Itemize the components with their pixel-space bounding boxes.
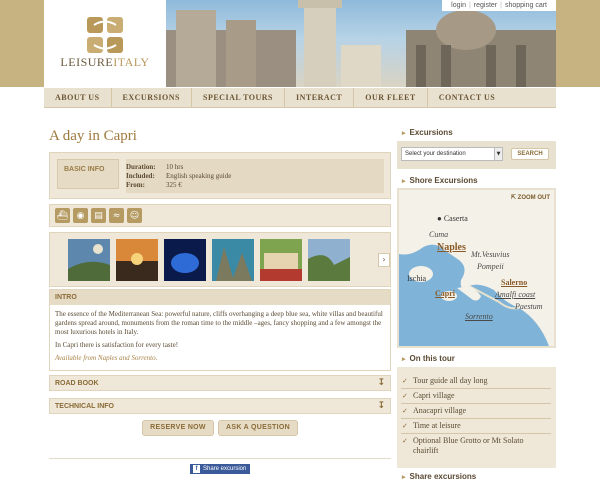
- map-label-salerno[interactable]: Salerno: [501, 278, 527, 287]
- map-label-cuma[interactable]: Cuma: [429, 230, 448, 239]
- divider: [49, 458, 391, 459]
- logo-text: LEISUREITALY: [60, 55, 150, 69]
- gallery-thumb[interactable]: [116, 239, 158, 281]
- tour-highlights-list: Tour guide all day long Capri village An…: [397, 367, 556, 468]
- nav-excursions[interactable]: EXCURSIONS: [112, 87, 192, 108]
- nav-special-tours[interactable]: SPECIAL TOURS: [192, 87, 286, 108]
- gallery-thumb[interactable]: [164, 239, 206, 281]
- map-label-pompeii[interactable]: Pompeii: [477, 262, 504, 271]
- ask-question-button[interactable]: ASK A QUESTION: [218, 420, 298, 436]
- rome-ruins-image: [166, 0, 556, 87]
- map-label-sorrento[interactable]: Sorrento: [465, 312, 493, 321]
- logo[interactable]: LEISUREITALY: [44, 0, 166, 87]
- logo-mark-icon: [87, 17, 123, 53]
- search-button[interactable]: SEARCH: [511, 148, 549, 160]
- info-row-duration: Duration: 10 hrs: [126, 163, 184, 171]
- group-icon[interactable]: ☺: [127, 208, 142, 223]
- chevron-down-icon: ▼: [494, 148, 502, 160]
- gallery-thumb[interactable]: [260, 239, 302, 281]
- destination-search: Select your destination ▼ SEARCH: [397, 141, 556, 169]
- map-label-caserta[interactable]: ● Caserta: [437, 214, 468, 223]
- bullet-icon: ▸: [402, 130, 406, 137]
- list-item: Tour guide all day long: [397, 376, 556, 386]
- intro-heading: INTRO: [50, 290, 390, 305]
- divider: [401, 388, 551, 389]
- nav-contact-us[interactable]: CONTACT US: [428, 88, 507, 108]
- intro-paragraph: In Capri there is satisfaction for every…: [55, 341, 179, 349]
- basic-info-label: BASIC INFO: [57, 159, 119, 189]
- gallery-thumb[interactable]: [68, 239, 110, 281]
- page-title: A day in Capri: [49, 128, 137, 144]
- map-label-vesuvius[interactable]: Mt.Vesuvius: [471, 250, 509, 259]
- swimmer-icon[interactable]: ≈: [109, 208, 124, 223]
- region-map[interactable]: ⇱ ZOOM OUT ● Caserta Cuma Naples Mt.Vesu…: [397, 188, 556, 348]
- login-link[interactable]: login: [448, 2, 469, 9]
- main-nav: ABOUT US EXCURSIONS SPECIAL TOURS INTERA…: [44, 87, 556, 108]
- zoom-out-button[interactable]: ⇱ ZOOM OUT: [511, 194, 550, 201]
- expand-arrow-icon: ↧: [377, 401, 385, 411]
- info-row-included: Included: English speaking guide: [126, 172, 232, 180]
- intro-paragraph: The essence of the Mediterranean Sea: po…: [55, 310, 383, 336]
- map-label-paestum[interactable]: Paestum: [515, 302, 543, 311]
- info-row-from: From: 325 €: [126, 181, 182, 189]
- service-icons-bar: ⛴ ◉ ▤ ≈ ☺: [49, 204, 391, 227]
- availability-text: Available from Naples and Sorrento.: [55, 354, 158, 362]
- nav-our-fleet[interactable]: OUR FLEET: [354, 87, 428, 108]
- register-link[interactable]: register: [471, 2, 500, 9]
- destination-select[interactable]: Select your destination ▼: [401, 147, 503, 161]
- technical-info-accordion[interactable]: TECHNICAL INFO ↧: [49, 398, 391, 414]
- divider: [401, 418, 551, 419]
- bullet-icon: ▸: [402, 178, 406, 185]
- road-book-accordion[interactable]: ROAD BOOK ↧: [49, 375, 391, 391]
- divider: [401, 403, 551, 404]
- hero-image: login | register | shopping cart: [166, 0, 556, 87]
- camera-icon[interactable]: ◉: [73, 208, 88, 223]
- photo-gallery: ›: [49, 232, 391, 287]
- intro-section: INTRO The essence of the Mediterranean S…: [49, 289, 391, 371]
- boat-icon[interactable]: ⛴: [55, 208, 70, 223]
- map-label-capri[interactable]: Capri: [435, 289, 455, 298]
- list-item: Anacapri village: [397, 406, 556, 416]
- facebook-icon: f: [193, 465, 200, 473]
- on-this-tour-title: ▸ On this tour: [402, 354, 455, 363]
- bullet-icon: ▸: [402, 474, 406, 481]
- gallery-thumb[interactable]: [308, 239, 350, 281]
- map-label-ischia[interactable]: Ischia: [407, 274, 426, 283]
- nav-interact[interactable]: INTERACT: [285, 87, 355, 108]
- expand-arrow-icon: ↧: [377, 378, 385, 388]
- list-item: Optional Blue Grotto or Mt Solato: [397, 436, 556, 446]
- list-item-continued: chairlift: [413, 446, 439, 455]
- map-label-amalfi[interactable]: Amalfi coast: [495, 290, 535, 299]
- list-item: Time at leisure: [397, 421, 556, 431]
- share-excursions-title: ▸ Share excursions: [402, 472, 477, 481]
- reserve-now-button[interactable]: RESERVE NOW: [142, 420, 214, 436]
- utility-links: login | register | shopping cart: [442, 0, 556, 11]
- basic-info-rows: Duration: 10 hrs Included: English speakin…: [126, 159, 384, 193]
- intro-body: The essence of the Mediterranean Sea: po…: [50, 305, 390, 372]
- shopping-cart-link[interactable]: shopping cart: [502, 2, 550, 9]
- map-label-naples[interactable]: Naples: [437, 242, 466, 253]
- document-icon[interactable]: ▤: [91, 208, 106, 223]
- facebook-share-button[interactable]: f Share excursion: [190, 464, 250, 474]
- technical-info-label: TECHNICAL INFO: [55, 403, 114, 410]
- list-item: Capri village: [397, 391, 556, 401]
- road-book-label: ROAD BOOK: [55, 380, 99, 387]
- gallery-next-button[interactable]: ›: [378, 253, 390, 267]
- gallery-thumb[interactable]: [212, 239, 254, 281]
- nav-about-us[interactable]: ABOUT US: [44, 87, 112, 108]
- basic-info-box: BASIC INFO Duration: 10 hrs Included: Engl…: [49, 152, 391, 199]
- bullet-icon: ▸: [402, 356, 406, 363]
- excursions-title: ▸ Excursions: [402, 128, 453, 137]
- shore-excursions-title: ▸ Shore Excursions: [402, 176, 478, 185]
- divider: [401, 433, 551, 434]
- zoom-arrow-icon: ⇱: [510, 195, 518, 201]
